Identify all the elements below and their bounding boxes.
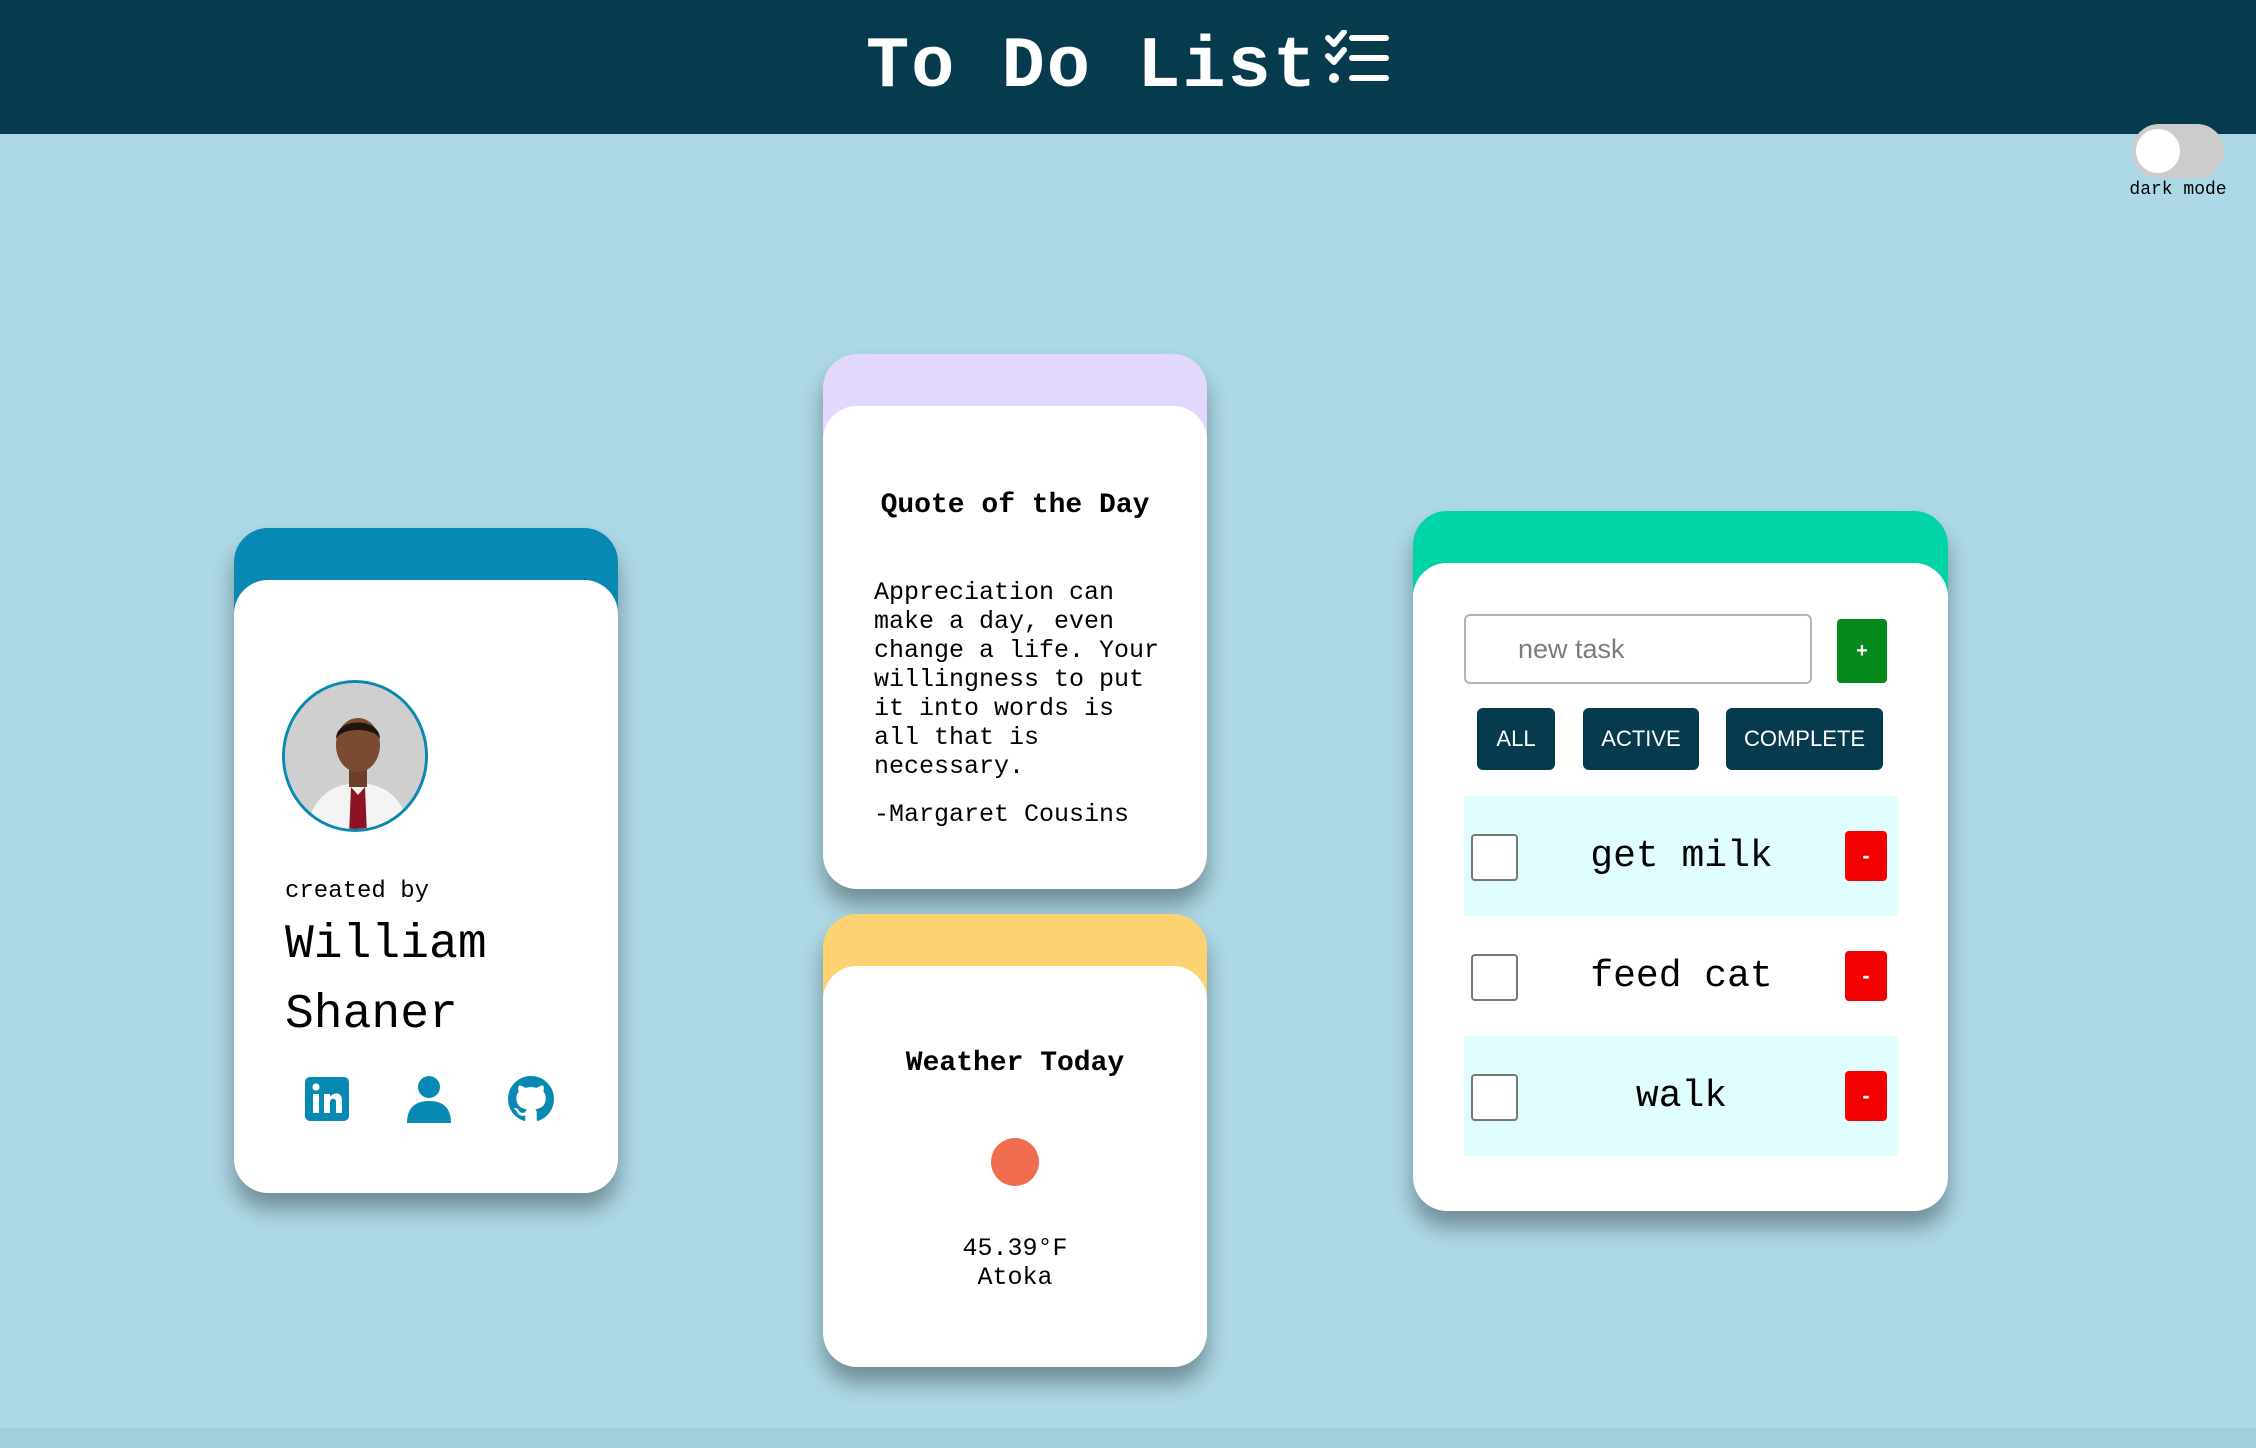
dark-mode-toggle[interactable] <box>2132 124 2224 178</box>
created-by-label: created by <box>285 878 430 905</box>
quote-text: Appreciation can make a day, even change… <box>874 578 1160 781</box>
new-task-input[interactable] <box>1464 614 1812 684</box>
add-task-button[interactable]: + <box>1837 619 1887 683</box>
weather-city: Atoka <box>977 1263 1053 1292</box>
filter-all-button[interactable]: ALL <box>1477 708 1555 770</box>
toggle-knob <box>2136 129 2180 173</box>
task-row: feed cat - <box>1464 916 1899 1036</box>
task-checkbox[interactable] <box>1471 834 1518 881</box>
remove-task-button[interactable]: - <box>1845 831 1887 881</box>
dark-mode-toggle-wrap: dark mode <box>2126 124 2230 200</box>
task-list: get milk - feed cat - walk - <box>1464 796 1899 1156</box>
task-row: walk - <box>1464 1036 1899 1156</box>
weather-card: Weather Today 45.39°F Atoka <box>823 914 1207 1367</box>
social-links <box>304 1075 554 1123</box>
profile-card-body: created by William Shaner <box>234 580 618 1193</box>
checklist-icon <box>1324 26 1390 108</box>
profile-card: created by William Shaner <box>234 528 618 1193</box>
filter-complete-button[interactable]: COMPLETE <box>1726 708 1883 770</box>
app-title-text: To Do List <box>865 26 1319 108</box>
avatar <box>282 680 428 832</box>
linkedin-icon[interactable] <box>304 1075 350 1123</box>
weather-heading: Weather Today <box>905 1048 1125 1079</box>
person-icon[interactable] <box>406 1075 452 1123</box>
task-label: feed cat <box>1590 954 1773 998</box>
github-icon[interactable] <box>508 1075 554 1123</box>
quote-author: -Margaret Cousins <box>874 800 1130 829</box>
task-row: get milk - <box>1464 796 1899 916</box>
task-checkbox[interactable] <box>1471 954 1518 1001</box>
remove-task-button[interactable]: - <box>1845 1071 1887 1121</box>
dark-mode-label: dark mode <box>2129 180 2227 200</box>
quote-heading: Quote of the Day <box>880 490 1150 521</box>
remove-task-button[interactable]: - <box>1845 951 1887 1001</box>
app-header: To Do List <box>0 0 2256 134</box>
author-name: William Shaner <box>285 918 487 1042</box>
page-bottom-strip <box>0 1428 2256 1448</box>
task-checkbox[interactable] <box>1471 1074 1518 1121</box>
weather-temperature: 45.39°F <box>962 1234 1068 1263</box>
quote-card: Quote of the Day Appreciation can make a… <box>823 354 1207 889</box>
filter-active-button[interactable]: ACTIVE <box>1583 708 1699 770</box>
app-title: To Do List <box>866 26 1390 108</box>
task-label: walk <box>1635 1074 1728 1118</box>
weather-dot-icon <box>991 1138 1039 1186</box>
todo-card: + ALL ACTIVE COMPLETE get milk - feed ca… <box>1413 511 1948 1211</box>
task-label: get milk <box>1590 834 1773 878</box>
